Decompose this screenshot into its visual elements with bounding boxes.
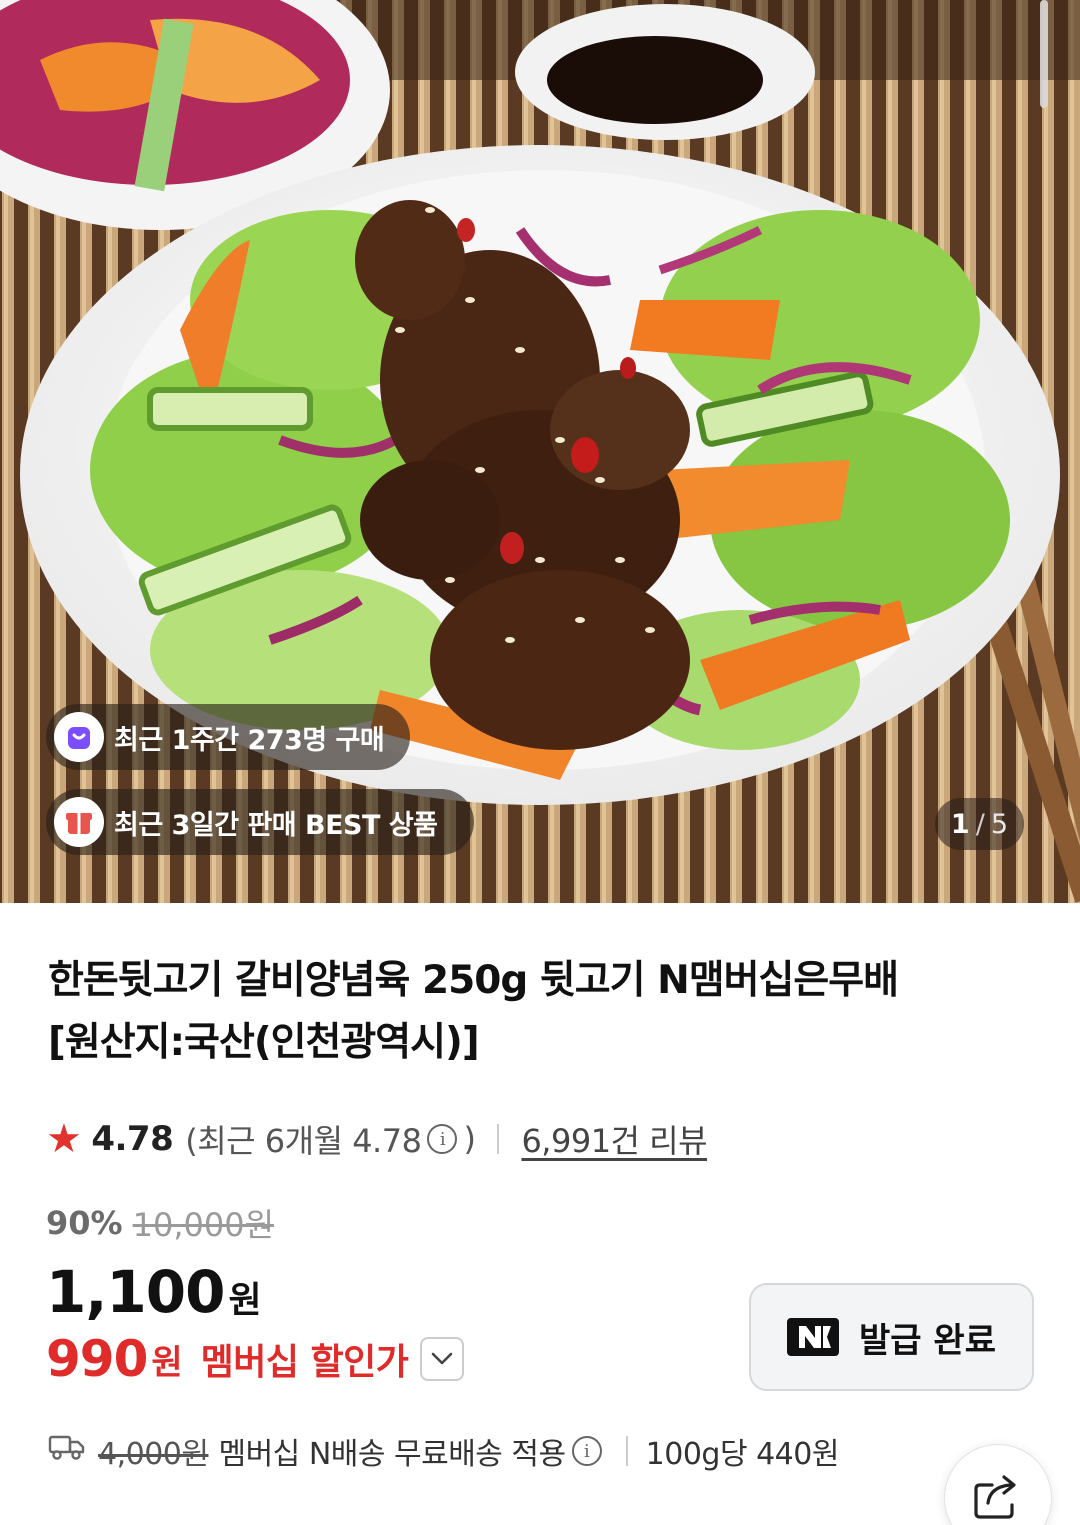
- sale-price-unit: 원: [228, 1280, 262, 1321]
- rating-recent-close: ): [463, 1120, 476, 1158]
- rating-recent: (최근 6개월 4.78: [185, 1122, 422, 1160]
- discount-rate: 90%: [46, 1204, 123, 1242]
- product-title-line-2: [원산지:국산(인천광역시)]: [48, 1020, 480, 1065]
- membership-price: 990: [46, 1330, 148, 1388]
- coupon-issued-button[interactable]: 발급 완료: [749, 1283, 1034, 1391]
- price-row: 1,100 원: [46, 1258, 262, 1326]
- info-icon[interactable]: i: [427, 1124, 458, 1154]
- scroll-indicator: [1040, 0, 1048, 108]
- chevron-down-icon[interactable]: [420, 1337, 465, 1381]
- naver-n-logo-icon: [787, 1318, 840, 1356]
- divider: [497, 1124, 500, 1154]
- membership-price-unit: 원: [151, 1342, 183, 1383]
- image-pager: 1 / 5: [934, 798, 1024, 850]
- price-per-unit: 100g당 440원: [645, 1437, 840, 1472]
- star-icon: ★: [46, 1116, 82, 1162]
- info-icon[interactable]: i: [571, 1436, 602, 1466]
- shipping-text: 멤버십 N배송 무료배송 적용: [218, 1437, 566, 1472]
- product-image-carousel[interactable]: 최근 1주간 273명 구매 최근 3일간 판매 BEST 상품 1 / 5: [0, 0, 1080, 903]
- recent-purchase-badge: 최근 1주간 273명 구매: [46, 704, 410, 770]
- review-count-link[interactable]: 6,991건 리뷰: [521, 1116, 707, 1162]
- share-button[interactable]: [944, 1444, 1052, 1525]
- original-shipping-fee: 4,000원: [98, 1437, 209, 1472]
- pager-total: 5: [990, 808, 1008, 840]
- delivery-truck-icon: [48, 1433, 86, 1469]
- coupon-label: 발급 완료: [859, 1320, 996, 1361]
- membership-label: 멤버십 할인가: [200, 1342, 409, 1383]
- badge-text: 최근 1주간 273명 구매: [114, 724, 385, 756]
- share-icon: [972, 1471, 1024, 1523]
- product-title: 한돈뒷고기 갈비양념육 250g 뒷고기 N맴버십은무배 [원산지:국산(인천광…: [48, 950, 1038, 1074]
- shopping-bag-icon: [54, 712, 104, 762]
- shipping-row: 4,000원 멤버십 N배송 무료배송 적용 i 100g당 440원: [48, 1426, 839, 1476]
- product-title-line-1: 한돈뒷고기 갈비양념육 250g 뒷고기 N맴버십은무배: [48, 958, 899, 1003]
- divider: [625, 1436, 628, 1466]
- badge-text: 최근 3일간 판매 BEST 상품: [114, 809, 438, 841]
- original-price: 10,000원: [132, 1206, 275, 1244]
- gift-box-icon: [54, 797, 104, 847]
- pager-separator: /: [975, 808, 985, 840]
- rating-value: 4.78: [91, 1119, 174, 1159]
- sale-price: 1,100: [46, 1258, 225, 1326]
- pager-current: 1: [950, 808, 970, 840]
- membership-price-row: 990 원 멤버십 할인가: [46, 1330, 465, 1388]
- best-seller-badge: 최근 3일간 판매 BEST 상품: [46, 789, 474, 855]
- rating-row: ★ 4.78 (최근 6개월 4.78 i ) 6,991건 리뷰: [46, 1114, 708, 1164]
- discount-row: 90% 10,000원: [46, 1200, 274, 1246]
